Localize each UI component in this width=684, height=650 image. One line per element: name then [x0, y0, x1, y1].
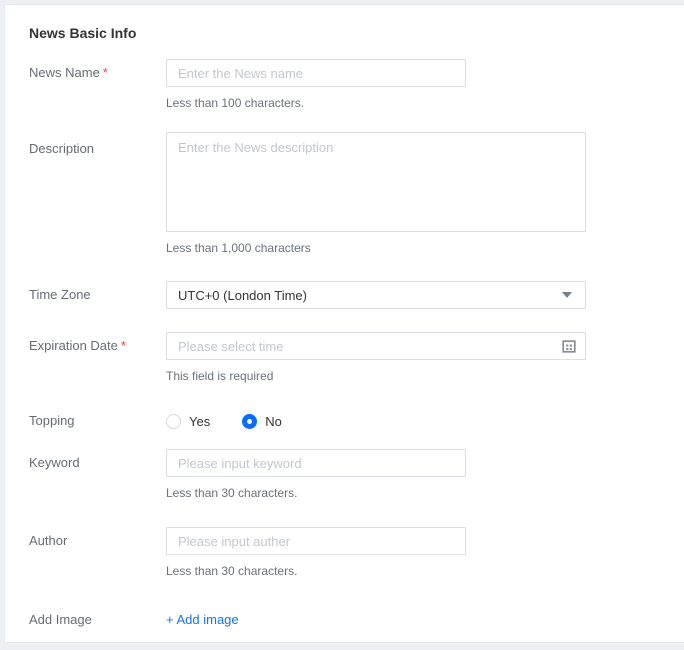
- field-row-topping: Topping Yes No: [29, 407, 684, 435]
- news-name-label-text: News Name: [29, 65, 100, 80]
- keyword-input[interactable]: [166, 449, 466, 477]
- field-row-description: Description Less than 1,000 characters: [29, 132, 684, 256]
- field-row-keyword: Keyword Less than 30 characters.: [29, 449, 684, 501]
- author-control: Less than 30 characters.: [166, 527, 684, 579]
- description-label: Description: [29, 132, 166, 158]
- field-row-news-name: News Name* Less than 100 characters.: [29, 59, 684, 111]
- description-label-text: Description: [29, 141, 94, 156]
- topping-no-label: No: [265, 414, 282, 429]
- author-label-text: Author: [29, 533, 67, 548]
- keyword-label: Keyword: [29, 449, 166, 477]
- add-image-control: + Add image: [166, 612, 684, 628]
- author-input[interactable]: [166, 527, 466, 555]
- expiration-date-label: Expiration Date*: [29, 332, 166, 360]
- calendar-icon[interactable]: [562, 339, 585, 353]
- expiration-date-input[interactable]: [167, 333, 562, 359]
- topping-label: Topping: [29, 407, 166, 435]
- topping-yes-label: Yes: [189, 414, 210, 429]
- description-control: Less than 1,000 characters: [166, 132, 684, 256]
- keyword-label-text: Keyword: [29, 455, 80, 470]
- topping-radio-no[interactable]: No: [242, 414, 282, 429]
- radio-checked-icon[interactable]: [242, 414, 257, 429]
- time-zone-select[interactable]: UTC+0 (London Time): [166, 281, 586, 309]
- time-zone-label-text: Time Zone: [29, 287, 91, 302]
- time-zone-control: UTC+0 (London Time): [166, 281, 684, 309]
- author-label: Author: [29, 527, 166, 555]
- add-image-label: Add Image: [29, 612, 166, 628]
- topping-radio-yes[interactable]: Yes: [166, 414, 210, 429]
- news-name-control: Less than 100 characters.: [166, 59, 684, 111]
- topping-radio-group: Yes No: [166, 407, 684, 435]
- expiration-date-control: This field is required: [166, 332, 684, 384]
- expiration-date-helper: This field is required: [166, 368, 684, 384]
- news-name-input[interactable]: [166, 59, 466, 87]
- chevron-down-icon: [562, 292, 572, 298]
- news-name-helper: Less than 100 characters.: [166, 95, 684, 111]
- keyword-helper: Less than 30 characters.: [166, 485, 684, 501]
- time-zone-selected-value: UTC+0 (London Time): [178, 288, 562, 303]
- keyword-control: Less than 30 characters.: [166, 449, 684, 501]
- field-row-time-zone: Time Zone UTC+0 (London Time): [29, 281, 684, 309]
- news-name-label: News Name*: [29, 59, 166, 87]
- expiration-date-picker[interactable]: [166, 332, 586, 360]
- field-row-expiration-date: Expiration Date* This field is required: [29, 332, 684, 384]
- field-row-author: Author Less than 30 characters.: [29, 527, 684, 579]
- required-asterisk: *: [121, 338, 126, 353]
- news-basic-info-panel: News Basic Info News Name* Less than 100…: [4, 4, 684, 643]
- add-image-label-text: Add Image: [29, 612, 92, 627]
- description-helper: Less than 1,000 characters: [166, 240, 684, 256]
- panel-title: News Basic Info: [29, 23, 684, 43]
- field-row-add-image: Add Image + Add image: [29, 612, 684, 628]
- expiration-date-label-text: Expiration Date: [29, 338, 118, 353]
- time-zone-label: Time Zone: [29, 281, 166, 309]
- author-helper: Less than 30 characters.: [166, 563, 684, 579]
- required-asterisk: *: [103, 65, 108, 80]
- topping-control: Yes No: [166, 407, 684, 435]
- topping-label-text: Topping: [29, 413, 75, 428]
- radio-unchecked-icon[interactable]: [166, 414, 181, 429]
- description-textarea[interactable]: [166, 132, 586, 232]
- add-image-link[interactable]: + Add image: [166, 612, 239, 628]
